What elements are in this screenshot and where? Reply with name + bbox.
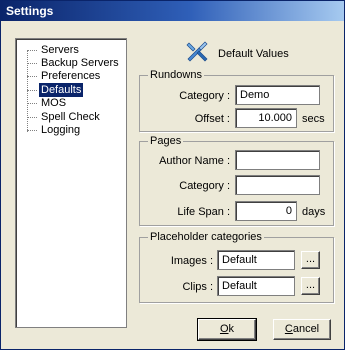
settings-tree[interactable]: Servers Backup Servers Preferences Defau… [15,38,127,328]
defaults-icon [186,41,208,62]
images-browse-button[interactable]: ... [301,251,320,269]
images-field[interactable]: Default [217,250,295,270]
window-title: Settings [6,4,54,18]
author-name-label: Author Name : [159,155,230,167]
tree-item-label: Backup Servers [41,57,119,69]
images-label: Images : [170,255,213,267]
settings-window: Settings Servers Backup Servers Preferen… [0,0,345,350]
tree-item-label: Logging [41,124,81,136]
cancel-label-rest: ancel [292,323,320,335]
pages-category-field[interactable] [235,175,320,195]
ok-button[interactable]: Ok [197,318,257,341]
life-span-field[interactable]: 0 [235,201,297,221]
ok-label-rest: k [228,323,235,335]
ok-mnemonic: O [219,323,229,335]
offset-field[interactable]: 10.000 [235,108,297,128]
title-bar[interactable]: Settings [1,1,344,21]
cancel-mnemonic: C [284,323,293,335]
offset-unit: secs [302,113,325,125]
clips-browse-button[interactable]: ... [301,277,320,295]
group-caption: Pages [148,135,184,148]
group-caption: Rundowns [148,69,204,82]
tree-item-label: Servers [41,44,79,56]
life-span-label: Life Span : [177,206,230,218]
tree-item-label: Defaults [39,83,84,97]
rundown-category-label: Category : [179,90,230,102]
cancel-button[interactable]: Cancel [273,319,331,340]
offset-label: Offset : [194,113,230,125]
tree-item-label: Spell Check [41,111,100,123]
tree-item-label: MOS [41,97,67,109]
life-span-unit: days [302,206,326,218]
clips-label: Clips : [182,281,213,293]
tree-item-label: Preferences [41,70,101,82]
section-title: Default Values [218,48,289,60]
pages-category-label: Category : [179,180,230,192]
author-name-field[interactable] [235,150,320,170]
rundown-category-field[interactable]: Demo [235,85,320,105]
group-caption: Placeholder categories [148,231,264,244]
clips-field[interactable]: Default [217,276,295,296]
